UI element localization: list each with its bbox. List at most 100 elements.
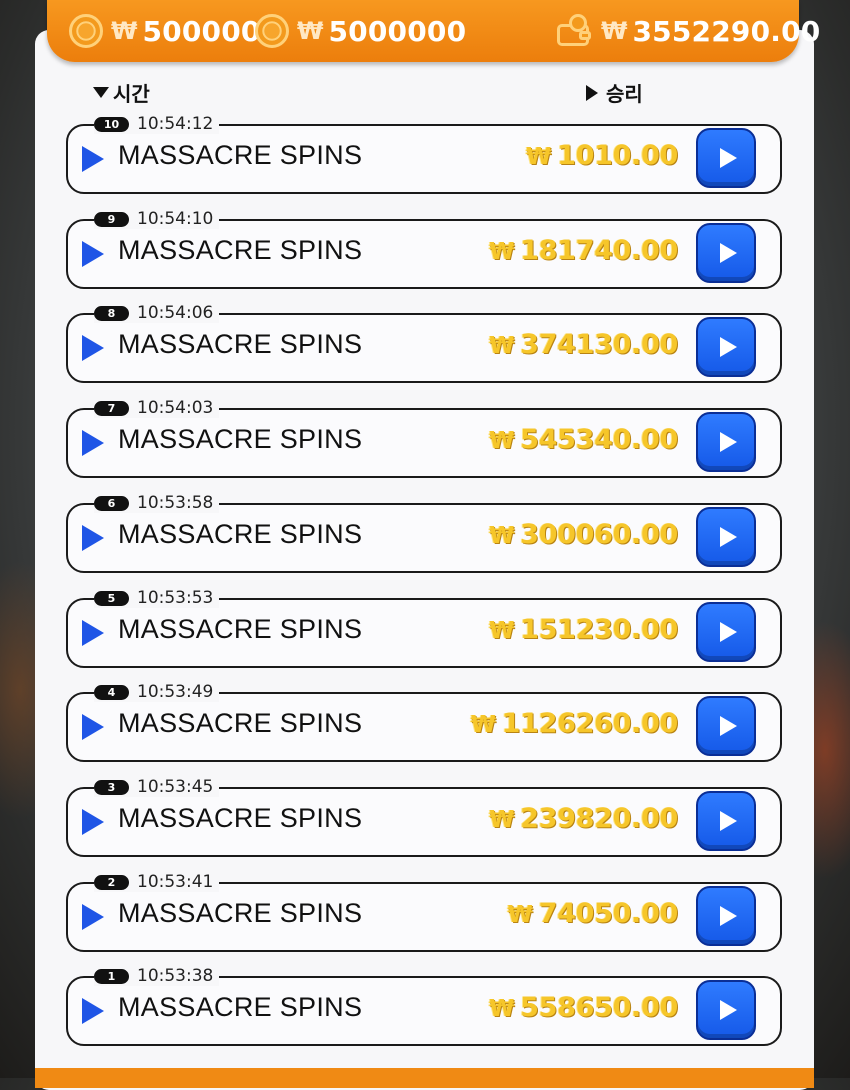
row-header: 5 10:53:53	[94, 588, 220, 608]
round-number-badge: 6	[94, 495, 129, 511]
play-arrow-icon	[82, 714, 104, 740]
round-time: 10:54:06	[137, 303, 214, 323]
win-amount-value: 151230.00	[520, 614, 678, 645]
history-row: 2 10:53:41 MASSACRE SPINS ₩74050.00	[66, 872, 782, 952]
play-arrow-icon	[82, 998, 104, 1024]
history-row: 9 10:54:10 MASSACRE SPINS ₩181740.00	[66, 209, 782, 289]
play-arrow-icon	[82, 146, 104, 172]
currency-symbol: ₩	[489, 239, 515, 265]
row-divider	[219, 313, 762, 315]
play-icon	[719, 716, 737, 736]
replay-button[interactable]	[696, 412, 756, 472]
game-name: MASSACRE SPINS	[118, 329, 363, 359]
caret-right-icon	[586, 84, 598, 101]
replay-button[interactable]	[696, 223, 756, 283]
balance-value-2: 5000000	[328, 14, 467, 48]
play-arrow-icon	[82, 430, 104, 456]
row-divider	[219, 124, 762, 126]
round-number-badge: 2	[94, 874, 129, 890]
win-amount: ₩1126260.00	[470, 708, 679, 739]
win-amount: ₩239820.00	[489, 803, 678, 834]
game-name: MASSACRE SPINS	[118, 992, 363, 1022]
row-divider	[219, 598, 762, 600]
win-amount: ₩374130.00	[489, 329, 678, 360]
wallet-icon	[555, 14, 593, 48]
history-row: 4 10:53:49 MASSACRE SPINS ₩1126260.00	[66, 682, 782, 762]
game-name: MASSACRE SPINS	[118, 235, 363, 265]
row-divider	[219, 787, 762, 789]
win-amount-value: 545340.00	[520, 424, 678, 455]
game-name: MASSACRE SPINS	[118, 140, 363, 170]
play-arrow-icon	[82, 620, 104, 646]
balance-item-2: ₩ 5000000	[255, 0, 466, 62]
row-divider	[219, 503, 762, 505]
row-header: 7 10:54:03	[94, 398, 220, 418]
win-amount: ₩181740.00	[489, 235, 678, 266]
history-row: 7 10:54:03 MASSACRE SPINS ₩545340.00	[66, 398, 782, 478]
round-time: 10:54:10	[137, 209, 214, 229]
round-number-badge: 5	[94, 590, 129, 606]
game-name: MASSACRE SPINS	[118, 708, 363, 738]
play-icon	[719, 337, 737, 357]
round-number-badge: 1	[94, 968, 129, 984]
play-icon	[719, 906, 737, 926]
round-time: 10:53:49	[137, 682, 214, 702]
play-icon	[719, 243, 737, 263]
win-amount: ₩74050.00	[508, 898, 679, 929]
round-number-badge: 3	[94, 779, 129, 795]
row-header: 9 10:54:10	[94, 209, 220, 229]
row-divider	[219, 692, 762, 694]
currency-symbol: ₩	[489, 807, 515, 833]
replay-button[interactable]	[696, 980, 756, 1040]
coin-icon	[69, 14, 103, 48]
row-header: 10 10:54:12	[94, 114, 220, 134]
row-header: 4 10:53:49	[94, 682, 220, 702]
win-amount-value: 181740.00	[520, 235, 678, 266]
play-arrow-icon	[82, 525, 104, 551]
win-amount-value: 374130.00	[520, 329, 678, 360]
balance-item-1: ₩ 500000	[69, 0, 261, 62]
play-icon	[719, 527, 737, 547]
row-header: 8 10:54:06	[94, 303, 220, 323]
currency-symbol: ₩	[489, 333, 515, 359]
play-icon	[719, 1000, 737, 1020]
round-time: 10:54:12	[137, 114, 214, 134]
replay-button[interactable]	[696, 602, 756, 662]
history-row: 6 10:53:58 MASSACRE SPINS ₩300060.00	[66, 493, 782, 573]
row-header: 3 10:53:45	[94, 777, 220, 797]
replay-button[interactable]	[696, 791, 756, 851]
caret-down-icon	[93, 87, 109, 98]
play-arrow-icon	[82, 809, 104, 835]
replay-button[interactable]	[696, 317, 756, 377]
history-row: 5 10:53:53 MASSACRE SPINS ₩151230.00	[66, 588, 782, 668]
row-header: 2 10:53:41	[94, 872, 220, 892]
win-amount: ₩558650.00	[489, 992, 678, 1023]
currency-symbol: ₩	[111, 17, 138, 45]
game-name: MASSACRE SPINS	[118, 614, 363, 644]
replay-button[interactable]	[696, 886, 756, 946]
replay-button[interactable]	[696, 696, 756, 756]
row-divider	[219, 408, 762, 410]
play-icon	[719, 811, 737, 831]
round-number-badge: 10	[94, 116, 129, 132]
currency-symbol: ₩	[489, 428, 515, 454]
round-time: 10:53:45	[137, 777, 214, 797]
sort-win-header[interactable]: 승리	[586, 78, 643, 107]
replay-button[interactable]	[696, 128, 756, 188]
game-name: MASSACRE SPINS	[118, 519, 363, 549]
round-number-badge: 7	[94, 400, 129, 416]
currency-symbol: ₩	[297, 17, 324, 45]
play-icon	[719, 432, 737, 452]
win-amount-value: 558650.00	[520, 992, 678, 1023]
time-column-label: 시간	[113, 82, 150, 106]
row-divider	[219, 976, 762, 978]
game-name: MASSACRE SPINS	[118, 424, 363, 454]
currency-symbol: ₩	[470, 712, 496, 738]
game-name: MASSACRE SPINS	[118, 898, 363, 928]
history-row: 3 10:53:45 MASSACRE SPINS ₩239820.00	[66, 777, 782, 857]
replay-button[interactable]	[696, 507, 756, 567]
history-row: 10 10:54:12 MASSACRE SPINS ₩1010.00	[66, 114, 782, 194]
round-time: 10:53:53	[137, 588, 214, 608]
row-divider	[219, 882, 762, 884]
sort-time-header[interactable]: 시간	[93, 78, 150, 107]
